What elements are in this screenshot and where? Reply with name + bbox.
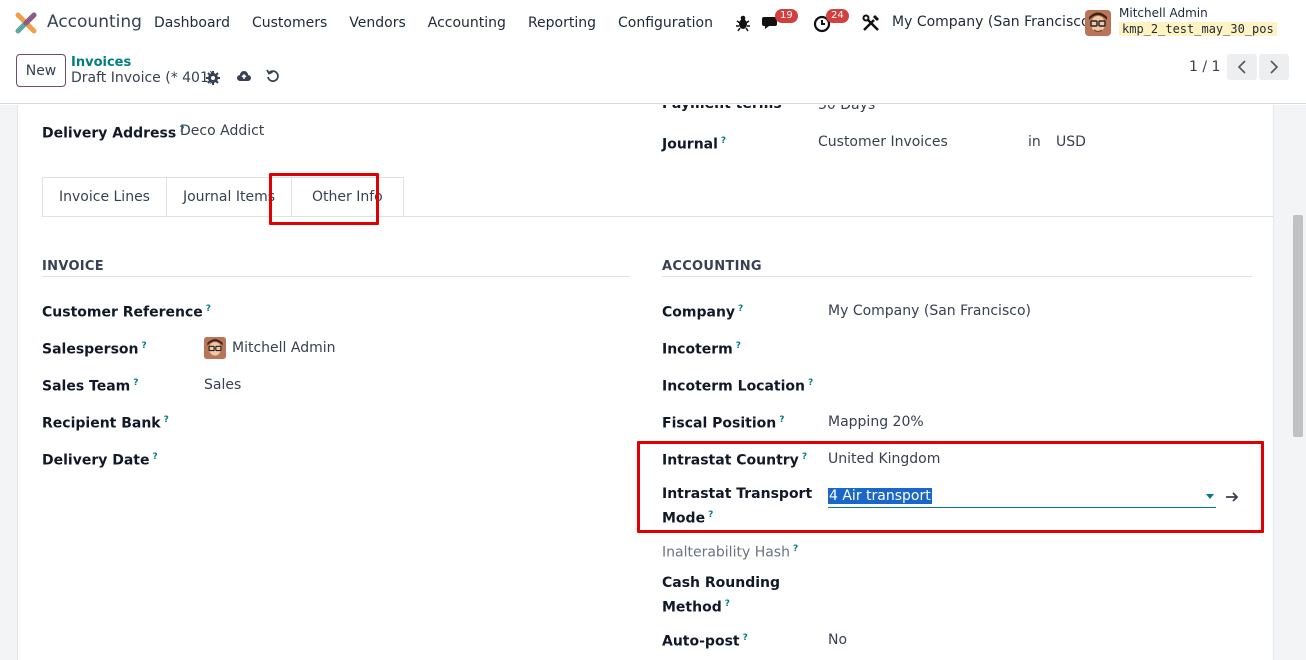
highlight-other-info-tab [269,173,379,225]
menu-dashboard[interactable]: Dashboard [143,13,241,33]
journal-in-text: in [1028,134,1041,150]
payment-terms-value[interactable]: 30 Days [818,105,875,115]
salesperson-value[interactable]: Mitchell Admin [232,338,336,358]
tab-invoice-lines[interactable]: Invoice Lines [42,177,166,217]
user-avatar[interactable] [1085,10,1111,36]
top-navbar: Accounting Dashboard Customers Vendors A… [0,0,1306,46]
journal-value[interactable]: Customer Invoices [818,132,948,152]
journal-label: Journal? [662,136,727,153]
cloud-upload-icon[interactable] [236,68,252,84]
delivery-address-value[interactable]: Deco Addict [180,121,264,141]
user-name[interactable]: Mitchell Admin [1119,6,1208,20]
delivery-date-label: Delivery Date? [42,452,158,469]
inalterability-hash-label: Inalterability Hash? [662,544,799,561]
messages-button[interactable]: 19 [762,9,798,33]
cash-rounding-label: Cash Rounding Method? [662,575,781,616]
breadcrumb-invoices[interactable]: Invoices [71,55,131,70]
payment-terms-label: Payment terms [662,105,782,115]
fiscal-position-label: Fiscal Position? [662,415,785,432]
debug-bug-icon[interactable] [733,13,753,33]
menu-accounting[interactable]: Accounting [417,13,517,33]
activities-badge: 24 [826,9,849,23]
pager-previous-button[interactable] [1227,54,1257,80]
chevron-left-icon [1237,60,1246,74]
page-scrollbar[interactable] [1293,215,1303,437]
database-name: kmp_2_test_may_30_pos [1119,22,1277,36]
record-title: Draft Invoice (* 401) [71,70,215,86]
menu-vendors[interactable]: Vendors [338,13,416,33]
auto-post-value[interactable]: No [828,630,847,650]
delivery-address-label: Delivery Address? [42,125,185,142]
accounting-section-rule [662,276,1252,277]
main-menu: Dashboard Customers Vendors Accounting R… [143,13,724,33]
company-value[interactable]: My Company (San Francisco) [828,301,1031,321]
highlight-intrastat-fields [637,441,1264,533]
form-sheet: Payment terms 30 Days Delivery Address? … [17,105,1274,660]
accounting-section-title: ACCOUNTING [662,259,762,274]
incoterm-location-label: Incoterm Location? [662,378,814,395]
incoterm-label: Incoterm? [662,341,742,358]
invoice-section-title: INVOICE [42,259,104,274]
menu-reporting[interactable]: Reporting [517,13,607,33]
auto-post-label: Auto-post? [662,633,748,650]
customer-reference-label: Customer Reference? [42,304,212,321]
salesperson-label: Salesperson? [42,341,147,358]
sales-team-label: Sales Team? [42,378,139,395]
discard-undo-icon[interactable] [265,68,281,84]
menu-configuration[interactable]: Configuration [607,13,724,33]
salesperson-avatar [204,337,226,359]
menu-customers[interactable]: Customers [241,13,338,33]
form-view: Payment terms 30 Days Delivery Address? … [0,105,1306,660]
recipient-bank-label: Recipient Bank? [42,415,169,432]
invoice-section-rule [42,276,630,277]
tab-divider [42,216,1273,217]
app-name[interactable]: Accounting [47,12,142,32]
avatar-face-icon [204,337,226,359]
sales-team-value[interactable]: Sales [204,375,241,395]
pager-next-button[interactable] [1259,54,1289,80]
pager-value[interactable]: 1 / 1 [1189,59,1220,75]
company-label: Company? [662,304,744,321]
fiscal-position-value[interactable]: Mapping 20% [828,412,924,432]
activities-button[interactable]: 24 [813,9,849,33]
chevron-right-icon [1270,60,1279,74]
new-button[interactable]: New [16,54,66,87]
accounting-app-icon[interactable] [15,12,37,34]
tools-icon[interactable] [861,13,881,33]
messages-badge: 19 [775,9,798,23]
control-panel: New Invoices Draft Invoice (* 401) 1 / 1 [0,46,1306,104]
company-switcher[interactable]: My Company (San Francisco) [892,14,1095,30]
currency-value[interactable]: USD [1056,132,1086,152]
gear-icon[interactable] [205,70,221,86]
avatar-face-icon [1085,10,1111,36]
